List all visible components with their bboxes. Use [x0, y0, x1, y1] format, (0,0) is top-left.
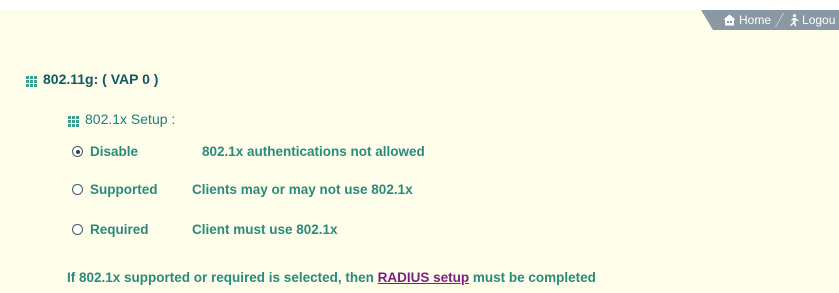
nav-divider — [774, 13, 785, 27]
option-label: Required — [90, 222, 149, 237]
home-icon — [723, 14, 736, 26]
radius-note: If 802.1x supported or required is selec… — [67, 270, 596, 285]
option-label: Disable — [90, 144, 139, 159]
subsection-title-text: 802.1x Setup : — [85, 111, 176, 127]
content-panel: Home Logou 802.11g: (VAP 0) 802.1x Set… — [0, 10, 839, 293]
radio-required[interactable] — [72, 224, 83, 235]
home-label: Home — [739, 13, 772, 27]
logout-link[interactable]: Logou — [788, 13, 835, 27]
section-title-text: 802.11g: ( VAP 0 ) — [43, 71, 159, 87]
running-man-icon — [788, 13, 799, 27]
radio-disable[interactable] — [72, 146, 83, 157]
section-title: 802.11g: ( VAP 0 ) — [26, 71, 158, 87]
subsection-title: 802.1x Setup : — [68, 111, 175, 127]
note-text-after: must be completed — [469, 270, 596, 285]
grid-bullet-icon — [26, 74, 37, 87]
option-supported: Supported Clients may or may not use 802… — [72, 182, 413, 197]
option-label: Supported — [90, 182, 158, 197]
top-navigation: Home Logou — [701, 10, 839, 30]
option-description: 802.1x authentications not allowed — [202, 144, 425, 159]
logout-label: Logou — [802, 13, 836, 27]
note-text-before: If 802.1x supported or required is selec… — [67, 270, 378, 285]
option-disable: Disable 802.1x authentications not allow… — [72, 144, 425, 159]
grid-bullet-icon — [68, 114, 79, 127]
radius-setup-link[interactable]: RADIUS setup — [378, 270, 470, 285]
radio-supported[interactable] — [72, 184, 83, 195]
home-link[interactable]: Home — [723, 13, 771, 27]
option-description: Clients may or may not use 802.1x — [192, 182, 413, 197]
option-required: Required Client must use 802.1x — [72, 222, 338, 237]
option-description: Client must use 802.1x — [192, 222, 338, 237]
